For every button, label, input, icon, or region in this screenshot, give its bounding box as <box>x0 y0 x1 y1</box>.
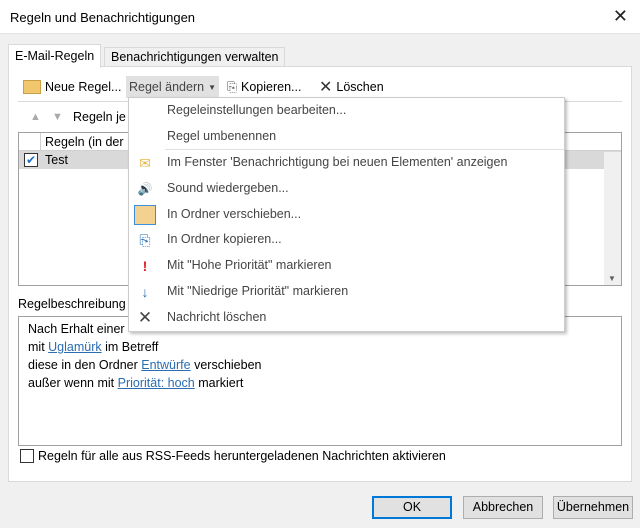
menu-item-label: Regel umbenennen <box>167 128 277 143</box>
tab-manage-alerts[interactable]: Benachrichtigungen verwalten <box>104 47 286 66</box>
subject-link[interactable]: Uglamürk <box>48 340 102 354</box>
folder-move-icon: 📁 <box>134 204 156 225</box>
menu-item-low-priority[interactable]: ↓ Mit "Niedrige Priorität" markieren <box>129 279 564 305</box>
menu-item-label: In Ordner verschieben... <box>167 206 302 221</box>
new-rule-label: Neue Regel... <box>45 80 122 94</box>
menu-item-copy-to-folder[interactable]: ⎘ In Ordner kopieren... <box>129 227 564 253</box>
copy-button[interactable]: ⎘ Kopieren... <box>224 76 304 98</box>
rule-description: Nach Erhalt einer mit Uglamürk im Betref… <box>18 316 622 446</box>
text: mit <box>28 340 49 354</box>
cancel-button[interactable]: Abbrechen <box>463 496 543 519</box>
folder-link[interactable]: Entwürfe <box>141 358 190 372</box>
list-scrollbar[interactable]: ▼ <box>604 152 621 285</box>
menu-item-label: Mit "Niedrige Priorität" markieren <box>167 283 349 298</box>
folder-copy-icon: ⎘ <box>139 232 151 249</box>
menu-item-label: Sound wiedergeben... <box>167 181 289 196</box>
change-rule-label: Regel ändern <box>129 80 205 94</box>
menu-item-label: Mit "Hohe Priorität" markieren <box>167 258 332 273</box>
close-icon[interactable]: ✕ <box>613 6 628 27</box>
tab-email-rules[interactable]: E-Mail-Regeln <box>8 44 102 68</box>
copy-label: Kopieren... <box>241 80 302 94</box>
text: verschieben <box>190 358 262 372</box>
rss-checkbox[interactable] <box>20 449 34 463</box>
priority-link[interactable]: Priorität: hoch <box>118 376 195 390</box>
rule-checkbox[interactable]: ✔ <box>24 153 38 167</box>
envelope-star-icon: ✉ <box>139 155 151 172</box>
menu-item-label: Regeleinstellungen bearbeiten... <box>167 103 347 117</box>
delete-icon: ✕ <box>319 79 333 96</box>
delete-label: Löschen <box>336 80 384 94</box>
new-rule-icon <box>23 80 41 94</box>
menu-item-label: In Ordner kopieren... <box>167 232 282 247</box>
change-rule-button[interactable]: Regel ändern ▼ <box>126 76 219 98</box>
text: markiert <box>194 376 244 390</box>
menu-item-play-sound[interactable]: 🔊 Sound wiedergeben... <box>129 176 564 202</box>
move-up-icon[interactable]: ▲ <box>30 111 41 123</box>
window-title: Regeln und Benachrichtigungen <box>10 10 196 25</box>
text: im Betreff <box>101 340 159 354</box>
description-label: Regelbeschreibung <box>18 297 126 311</box>
description-line: außer wenn mit Priorität: hoch markiert <box>28 374 612 392</box>
apply-button[interactable]: Übernehmen <box>553 496 633 519</box>
scroll-down-icon[interactable]: ▼ <box>608 274 616 283</box>
text: diese in den Ordner <box>28 358 142 372</box>
move-down-icon[interactable]: ▼ <box>52 111 63 123</box>
delete-button[interactable]: ✕ Löschen <box>316 76 387 98</box>
menu-item-label: Im Fenster 'Benachrichtigung bei neuen E… <box>167 155 508 170</box>
menu-item-label: Nachricht löschen <box>167 309 267 324</box>
chevron-down-icon: ▼ <box>208 82 216 92</box>
rule-name: Test <box>45 153 68 167</box>
menu-item-edit-settings[interactable]: Regeleinstellungen bearbeiten... <box>129 98 564 124</box>
delete-x-icon: ✕ <box>137 307 153 327</box>
menu-item-move-to-folder[interactable]: 📁 In Ordner verschieben... <box>129 202 564 228</box>
menu-item-show-alert[interactable]: ✉ Im Fenster 'Benachrichtigung bei neuen … <box>129 150 564 176</box>
new-rule-button[interactable]: Neue Regel... <box>20 76 124 98</box>
menu-item-rename[interactable]: Regel umbenennen <box>129 124 564 150</box>
rss-option[interactable]: Regeln für alle aus RSS-Feeds herunterge… <box>20 449 446 463</box>
copy-icon: ⎘ <box>227 79 238 94</box>
rss-label: Regeln für alle aus RSS-Feeds herunterge… <box>38 449 446 463</box>
menu-item-high-priority[interactable]: ! Mit "Hohe Priorität" markieren <box>129 253 564 279</box>
arrow-down-icon: ↓ <box>141 283 149 300</box>
text: außer wenn mit <box>28 376 118 390</box>
order-label: Regeln je <box>73 110 126 124</box>
description-line: mit Uglamürk im Betreff <box>28 338 612 356</box>
ok-button[interactable]: OK <box>372 496 452 519</box>
speaker-icon: 🔊 <box>137 182 153 197</box>
change-rule-menu: Regeleinstellungen bearbeiten... Regel u… <box>128 97 565 332</box>
description-line: diese in den Ordner Entwürfe verschieben <box>28 356 612 374</box>
title-bar: Regeln und Benachrichtigungen ✕ <box>0 0 640 34</box>
exclamation-icon: ! <box>142 258 148 275</box>
column-header-rules[interactable]: Regeln (in der <box>45 135 124 149</box>
menu-item-delete-message[interactable]: ✕ Nachricht löschen <box>129 305 564 331</box>
